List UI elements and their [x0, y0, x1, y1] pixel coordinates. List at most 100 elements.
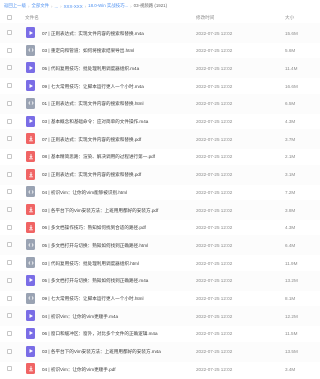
file-name[interactable]: 05 | 多文档打开与切换：熟知如何找到正确路径.html: [42, 243, 148, 249]
file-name[interactable]: 05 | 多文档打开与切换：熟知如何找到正确路径.m4a: [42, 278, 148, 284]
pdf-file-icon: [26, 363, 35, 375]
row-checkbox[interactable]: [7, 30, 12, 35]
file-date: 2022-07-25 12:02: [196, 48, 233, 54]
html-file-icon: [26, 257, 35, 269]
column-header-date[interactable]: 修改时间: [196, 15, 214, 21]
file-date: 2022-07-25 12:02: [196, 278, 233, 284]
row-checkbox[interactable]: [7, 330, 12, 336]
row-checkbox[interactable]: [7, 136, 12, 142]
row-checkbox[interactable]: [7, 313, 12, 319]
row-checkbox[interactable]: [7, 366, 12, 372]
file-date: 2022-07-25 12:02: [196, 207, 233, 213]
file-date: 2022-07-25 12:02: [196, 189, 233, 195]
video-file-icon: [26, 80, 35, 92]
file-name[interactable]: 03 | 基本概念和基础命令：应对简单的文件操作.m4a: [42, 119, 148, 125]
file-size: 15.6M: [285, 30, 298, 36]
file-date: 2022-07-25 12:02: [196, 136, 233, 142]
row-checkbox[interactable]: [7, 83, 12, 89]
html-file-icon: [26, 186, 35, 198]
file-size: 4.3M: [285, 119, 296, 124]
row-checkbox[interactable]: [7, 277, 12, 283]
row-checkbox[interactable]: [7, 153, 12, 159]
file-date: 2022-07-25 12:02: [196, 260, 233, 266]
file-size: 4.3M: [285, 225, 296, 231]
pdf-file-icon: [26, 168, 35, 180]
file-size: 3.4M: [285, 366, 296, 372]
row-checkbox[interactable]: [7, 47, 12, 53]
breadcrumb-separator: ›: [60, 3, 62, 9]
file-name[interactable]: 04 | 初识Vim：让你的Vim更顺手.pdf: [42, 367, 116, 373]
row-checkbox[interactable]: [7, 260, 12, 266]
file-size: 11.5M: [285, 331, 298, 337]
breadcrumb-link[interactable]: 18.0-Win 实战技巧...: [88, 3, 128, 9]
file-date: 2022-07-25 12:02: [196, 331, 233, 337]
file-date: 2022-07-25 12:02: [196, 154, 233, 160]
pdf-file-icon: [26, 204, 35, 215]
pdf-file-icon: [26, 133, 35, 145]
file-size: 16.6M: [285, 83, 298, 89]
file-list-header: 文件名 修改时间 大小: [0, 12, 320, 23]
file-size: 13.5M: [285, 349, 298, 355]
video-file-icon: [26, 27, 35, 38]
file-size: 13.2M: [285, 278, 298, 284]
breadcrumb: 返回上一级 › 全部文件 ›... › XXX-XXX › 18.0-Win 实战技巧... ›…: [0, 0, 320, 12]
file-date: 2022-07-25 12:02: [196, 83, 233, 89]
file-name[interactable]: 07 | 正则表达式：实现文件内容的搜索和替换.pdf: [42, 137, 141, 143]
file-name[interactable]: 06 | 多文档操作技巧：熟知如何找到合适的路径.pdf: [42, 225, 146, 231]
breadcrumb-link[interactable]: 返回上一级: [4, 3, 26, 9]
file-name[interactable]: 03 | 各平台下的Vim安装方法：上班用用都好的安装方.pdf: [42, 208, 158, 214]
file-date: 2022-07-25 12:02: [196, 172, 233, 178]
row-checkbox[interactable]: [7, 118, 12, 124]
file-name[interactable]: 03 | 各平台下的Vim安装方法：上班用用都好的安装方.m4a: [42, 349, 161, 355]
file-name[interactable]: 05 | 代码复用技巧：批处理利用调度器组织.m4a: [42, 66, 139, 72]
file-name[interactable]: 03 | 代码复用技巧：批处理利用调度器组织.html: [42, 261, 139, 267]
file-size: 6.4M: [285, 242, 296, 248]
file-name[interactable]: 08 | 基本精简思路：渲染、解决调用的过程进行第一.pdf: [42, 154, 155, 160]
file-size: 3.7M: [285, 136, 296, 142]
row-checkbox[interactable]: [7, 242, 12, 248]
row-checkbox[interactable]: [7, 65, 12, 71]
html-file-icon: [26, 239, 35, 251]
file-size: 3.1M: [285, 172, 296, 178]
row-checkbox[interactable]: [7, 100, 12, 106]
breadcrumb-separator: ›: [51, 3, 53, 9]
breadcrumb-link[interactable]: XXX-XXX: [64, 4, 83, 9]
file-name[interactable]: 07 | 正则表达式：实现文件内容的搜索和替换.m4a: [42, 31, 144, 37]
row-checkbox[interactable]: [7, 207, 12, 212]
file-name[interactable]: 03 | 重定向和管道：如何将搜索结果导出.html: [42, 48, 134, 54]
file-date: 2022-07-25 12:02: [196, 366, 233, 372]
row-checkbox[interactable]: [7, 189, 12, 195]
html-file-icon: [26, 44, 35, 56]
file-date: 2022-07-25 12:02: [196, 65, 233, 71]
row-checkbox[interactable]: [7, 224, 12, 230]
video-file-icon: [26, 274, 35, 286]
select-all-checkbox[interactable]: [7, 15, 12, 20]
file-size: 12.2M: [285, 313, 298, 319]
file-name[interactable]: 09 | 七大常用技巧：让脚本运行更人一个小时.m4a: [42, 84, 144, 90]
column-header-name[interactable]: 文件名: [25, 15, 39, 21]
file-name[interactable]: 04 | 初识Vim：让你的Vim更顺手.m4a: [42, 314, 118, 320]
file-size: 2.1M: [285, 154, 296, 160]
row-checkbox[interactable]: [7, 171, 12, 177]
file-name[interactable]: 01 | 正则表达式：实现文件内容的搜索和替换.html: [42, 101, 144, 107]
file-name[interactable]: 06 | 窗口和缓冲区：窗外，对比多个文件的正确逻辑.m4a: [42, 331, 158, 337]
video-file-icon: [26, 345, 35, 357]
file-name[interactable]: 09 | 七大常用技巧：让脚本运行更人一个小时.html: [42, 296, 144, 302]
row-checkbox[interactable]: [7, 348, 12, 354]
file-name[interactable]: 02 | 正则表达式：实现文件内容的搜索和替换.pdf: [42, 172, 141, 178]
file-name[interactable]: 04 | 初识Vim：让你的Vim能够被识别.html: [42, 190, 127, 196]
column-header-size[interactable]: 大小: [285, 15, 294, 21]
video-file-icon: [26, 115, 35, 127]
html-file-icon: [26, 97, 35, 109]
file-date: 2022-07-25 12:02: [196, 349, 233, 355]
row-checkbox[interactable]: [7, 295, 12, 301]
file-date: 2022-07-25 12:02: [196, 30, 233, 36]
file-date: 2022-07-25 12:02: [196, 313, 233, 319]
breadcrumb-current: 03-视频路 (1921): [133, 3, 168, 8]
breadcrumb-link[interactable]: 全部文件: [31, 3, 49, 9]
file-date: 2022-07-25 12:02: [196, 101, 233, 107]
file-date: 2022-07-25 12:02: [196, 296, 233, 301]
file-size: 8.1M: [285, 296, 296, 301]
file-row[interactable]: 04 | 初识Vim：让你的Vim更顺手.pdf 2022-07-25 12:02…: [0, 359, 320, 379]
breadcrumb-link[interactable]: ...: [54, 4, 58, 9]
